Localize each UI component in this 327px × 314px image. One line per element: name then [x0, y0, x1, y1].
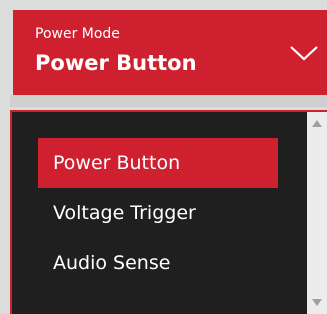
power-mode-selected-value: Power Button — [35, 51, 197, 75]
dropdown-option-power-button[interactable]: Power Button — [38, 138, 278, 188]
power-mode-dropdown-list: Power Button Voltage Trigger Audio Sense — [10, 110, 327, 314]
power-mode-select[interactable]: Power Mode Power Button — [13, 10, 327, 95]
chevron-down-icon[interactable] — [289, 44, 319, 62]
option-label: Audio Sense — [53, 252, 171, 274]
scroll-up-arrow-icon[interactable] — [312, 120, 322, 127]
scroll-down-arrow-icon[interactable] — [312, 299, 322, 306]
dropdown-option-voltage-trigger[interactable]: Voltage Trigger — [38, 188, 278, 238]
dropdown-separator — [10, 95, 327, 107]
option-label: Power Button — [53, 152, 181, 174]
dropdown-option-audio-sense[interactable]: Audio Sense — [38, 238, 278, 288]
dropdown-scrollbar[interactable] — [307, 112, 327, 314]
power-mode-label: Power Mode — [35, 26, 120, 42]
power-mode-panel: Power Mode Power Button Power Button Vol… — [0, 0, 327, 314]
dropdown-options: Power Button Voltage Trigger Audio Sense — [38, 138, 308, 288]
option-label: Voltage Trigger — [53, 202, 196, 224]
